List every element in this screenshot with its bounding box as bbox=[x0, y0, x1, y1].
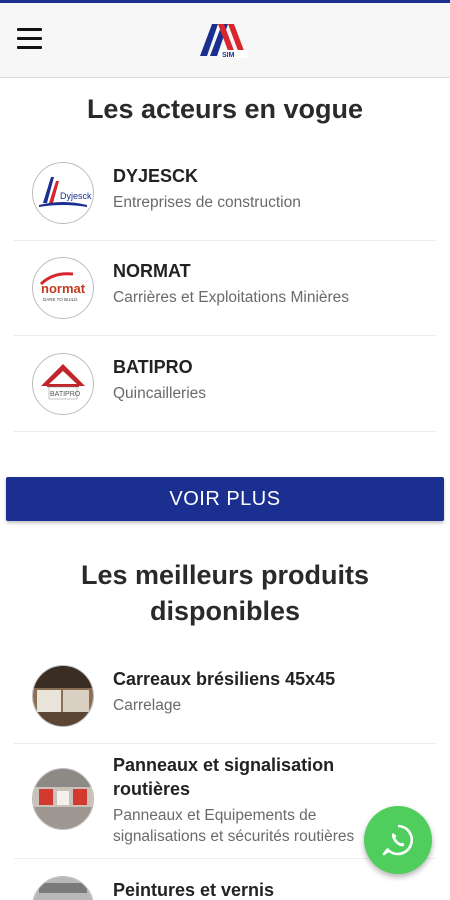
product-thumbnail-tiles bbox=[32, 665, 94, 727]
product-name: Peintures et vernis bbox=[113, 880, 275, 900]
actor-name: DYJESCK bbox=[113, 166, 199, 186]
batipro-logo: BATIPRO bbox=[32, 353, 94, 415]
actor-category: Entreprises de construction bbox=[113, 194, 301, 211]
actor-item-batipro[interactable]: BATIPRO BATIPRO Quincailleries bbox=[14, 336, 436, 432]
product-category: Panneaux et Equipements de signalisation… bbox=[113, 807, 355, 845]
actor-item-dyjesck[interactable]: Dyjesck DYJESCK Entreprises de construct… bbox=[14, 145, 436, 241]
voir-plus-button[interactable]: VOIR PLUS bbox=[6, 477, 444, 521]
product-name: Carreaux brésiliens 45x45 bbox=[113, 669, 336, 689]
product-item[interactable]: Carreaux brésiliens 45x45 Carrelage bbox=[14, 648, 436, 744]
actors-section-title: Les acteurs en vogue bbox=[86, 94, 364, 124]
svg-text:SIM: SIM bbox=[222, 52, 235, 59]
actor-category: Carrières et Exploitations Minières bbox=[113, 289, 350, 306]
actor-item-normat[interactable]: normat DARE TO BUILD NORMAT Carrières et… bbox=[14, 240, 436, 336]
dyjesck-logo: Dyjesck bbox=[32, 162, 94, 224]
product-thumbnail-signage bbox=[32, 768, 94, 830]
svg-text:normat: normat bbox=[41, 281, 86, 296]
product-name: Panneaux et signalisation routières bbox=[113, 755, 335, 799]
products-section-title: Les meilleurs produits disponibles bbox=[80, 560, 370, 626]
actor-category: Quincailleries bbox=[113, 385, 207, 402]
whatsapp-icon bbox=[382, 824, 414, 856]
svg-text:DARE TO BUILD: DARE TO BUILD bbox=[43, 297, 78, 302]
actor-name: NORMAT bbox=[113, 261, 191, 281]
svg-text:BATIPRO: BATIPRO bbox=[50, 391, 81, 398]
normat-logo: normat DARE TO BUILD bbox=[32, 257, 94, 319]
app-header: SIM bbox=[0, 3, 450, 78]
brand-logo[interactable]: SIM bbox=[198, 16, 254, 60]
hamburger-menu-icon[interactable] bbox=[17, 28, 42, 50]
svg-text:Dyjesck: Dyjesck bbox=[60, 191, 92, 201]
product-thumbnail-paint bbox=[32, 876, 94, 900]
whatsapp-button[interactable] bbox=[364, 806, 432, 874]
actor-name: BATIPRO bbox=[113, 357, 193, 377]
product-item[interactable]: Peintures et vernis bbox=[14, 859, 436, 900]
product-category: Carrelage bbox=[113, 697, 182, 714]
